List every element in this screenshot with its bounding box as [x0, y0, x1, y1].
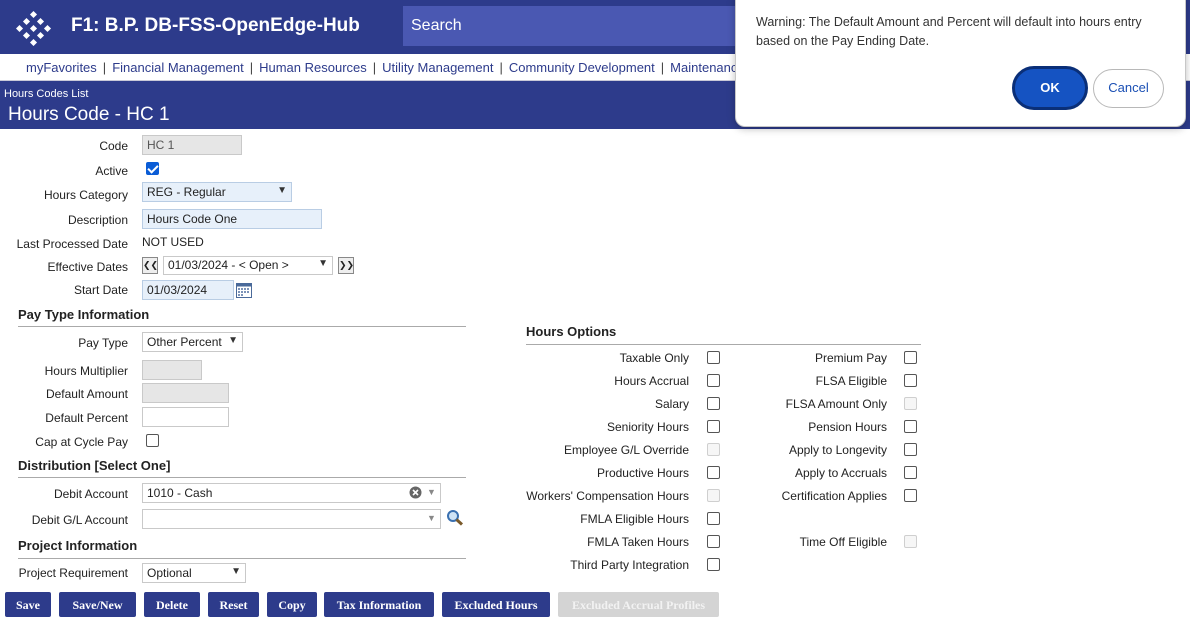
menu-item-maintenance[interactable]: Maintenanc [670, 60, 737, 75]
description-field[interactable]: Hours Code One [142, 209, 322, 229]
pay-type-select[interactable]: Other Percent ▼ [142, 332, 243, 352]
hours-category-value: REG - Regular [147, 185, 226, 199]
active-checkbox[interactable] [146, 162, 159, 175]
apply-to-accruals-label: Apply to Accruals [794, 466, 887, 480]
fmla-eligible-hours-label: FMLA Eligible Hours [580, 512, 689, 526]
cap-at-cycle-pay-label: Cap at Cycle Pay [35, 435, 128, 449]
hours-multiplier-field [142, 360, 202, 380]
previous-date-icon[interactable]: ❮❮ [142, 257, 158, 274]
fmla-eligible-hours-checkbox[interactable] [707, 512, 720, 525]
chevron-down-icon: ▼ [277, 185, 287, 196]
active-label: Active [95, 164, 128, 178]
app-logo-icon[interactable] [16, 10, 52, 46]
time-off-eligible-label: Time Off Eligible [799, 535, 887, 549]
next-date-icon[interactable]: ❯❯ [338, 257, 354, 274]
debit-account-label: Debit Account [53, 487, 128, 501]
third-party-integration-label: Third Party Integration [570, 558, 689, 572]
project-requirement-value: Optional [147, 566, 192, 580]
menu-separator: | [372, 60, 377, 75]
chevron-down-icon: ▼ [231, 566, 241, 577]
default-percent-field[interactable] [142, 407, 229, 427]
calendar-icon[interactable] [236, 282, 252, 298]
menu-separator: | [660, 60, 665, 75]
hours-options-section-title: Hours Options [526, 324, 617, 339]
delete-button[interactable]: Delete [144, 592, 200, 617]
last-processed-label: Last Processed Date [16, 237, 128, 251]
ok-button[interactable]: OK [1012, 66, 1088, 110]
flsa-eligible-checkbox[interactable] [904, 374, 917, 387]
start-date-label: Start Date [73, 283, 128, 297]
project-requirement-select[interactable]: Optional ▼ [142, 563, 246, 583]
save-new-button[interactable]: Save/New [59, 592, 136, 617]
menu-item-community-development[interactable]: Community Development [509, 60, 655, 75]
apply-to-longevity-checkbox[interactable] [904, 443, 917, 456]
section-divider [526, 344, 921, 345]
start-date-field[interactable]: 01/03/2024 [142, 280, 234, 300]
distribution-section-title: Distribution [Select One] [18, 458, 171, 473]
chevron-down-icon: ▼ [228, 335, 238, 346]
pay-type-value: Other Percent [147, 335, 222, 349]
third-party-integration-checkbox[interactable] [707, 558, 720, 571]
copy-button[interactable]: Copy [267, 592, 317, 617]
chevron-down-icon: ▼ [318, 258, 328, 269]
last-processed-value: NOT USED [142, 235, 204, 249]
pay-type-label: Pay Type [78, 336, 128, 350]
app-title: F1: B.P. DB-FSS-OpenEdge-Hub [71, 15, 360, 36]
menu-separator: | [102, 60, 107, 75]
section-divider [18, 326, 466, 327]
hours-multiplier-label: Hours Multiplier [44, 364, 128, 378]
flsa-amount-only-checkbox [904, 397, 917, 410]
flsa-eligible-label: FLSA Eligible [815, 374, 887, 388]
project-section-title: Project Information [18, 538, 138, 553]
premium-pay-label: Premium Pay [814, 351, 887, 365]
pay-type-section-title: Pay Type Information [18, 307, 150, 322]
code-field: HC 1 [142, 135, 242, 155]
flsa-amount-only-label: FLSA Amount Only [785, 397, 887, 411]
time-off-eligible-checkbox [904, 535, 917, 548]
cap-at-cycle-pay-checkbox[interactable] [146, 434, 159, 447]
excluded-accrual-profiles-button: Excluded Accrual Profiles [558, 592, 719, 617]
apply-to-longevity-label: Apply to Longevity [788, 443, 887, 457]
warning-dialog: Warning: The Default Amount and Percent … [735, 0, 1186, 127]
menu-item-myfavorites[interactable]: myFavorites [26, 60, 97, 75]
pension-hours-label: Pension Hours [808, 420, 887, 434]
description-label: Description [67, 213, 128, 227]
save-button[interactable]: Save [5, 592, 51, 617]
cancel-button[interactable]: Cancel [1093, 69, 1164, 108]
certification-applies-label: Certification Applies [781, 489, 887, 503]
code-label: Code [99, 139, 128, 153]
page-title: Hours Code - HC 1 [8, 104, 170, 125]
apply-to-accruals-checkbox[interactable] [904, 466, 917, 479]
breadcrumb[interactable]: Hours Codes List [4, 88, 88, 100]
debit-gl-account-label: Debit G/L Account [31, 513, 128, 527]
default-amount-label: Default Amount [45, 387, 128, 401]
hours-category-select[interactable]: REG - Regular ▼ [142, 182, 292, 202]
menu-item-financial-management[interactable]: Financial Management [112, 60, 244, 75]
effective-dates-value: 01/03/2024 - < Open > [168, 258, 289, 272]
reset-button[interactable]: Reset [208, 592, 259, 617]
pension-hours-checkbox[interactable] [904, 420, 917, 433]
project-requirement-label: Project Requirement [18, 566, 128, 580]
default-amount-field [142, 383, 229, 403]
certification-applies-checkbox[interactable] [904, 489, 917, 502]
premium-pay-checkbox[interactable] [904, 351, 917, 364]
debit-account-value: 1010 - Cash [147, 486, 213, 500]
effective-dates-select[interactable]: 01/03/2024 - < Open > ▼ [163, 256, 333, 275]
menu-item-utility-management[interactable]: Utility Management [382, 60, 493, 75]
excluded-hours-button[interactable]: Excluded Hours [442, 592, 550, 617]
menu-separator: | [499, 60, 503, 75]
menu-separator: | [249, 60, 254, 75]
warning-message: Warning: The Default Amount and Percent … [756, 15, 1142, 48]
menu-item-human-resources[interactable]: Human Resources [259, 60, 367, 75]
default-percent-label: Default Percent [45, 411, 128, 425]
effective-dates-label: Effective Dates [47, 260, 128, 274]
hours-category-label: Hours Category [43, 188, 128, 202]
tax-information-button[interactable]: Tax Information [324, 592, 434, 617]
